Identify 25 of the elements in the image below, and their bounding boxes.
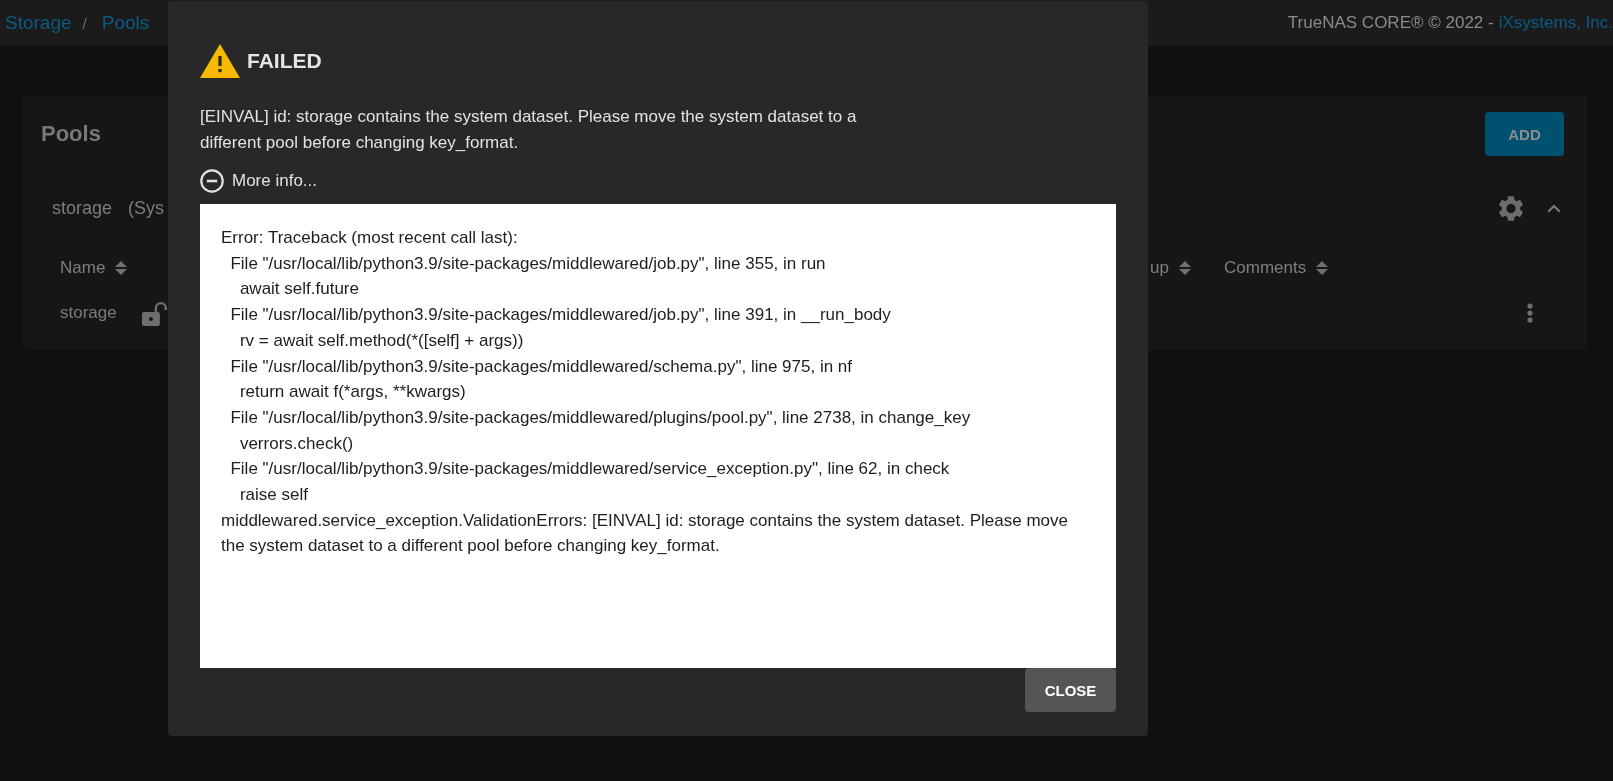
- sort-icon: [1178, 261, 1191, 275]
- column-header[interactable]: Name: [60, 258, 128, 278]
- more-info-toggle[interactable]: More info...: [200, 169, 318, 193]
- table-cell: storage: [60, 303, 117, 323]
- add-button[interactable]: ADD: [1485, 112, 1564, 156]
- traceback-text: Error: Traceback (most recent call last): File "/usr/local/lib/python3.9/site-packages/middlewared/job.py", line 355, in run await self.future File "/usr/local/lib/python3.9/site-packages/middlewared/job.py", line 391, in __run_body rv = await self.method(*([self] + args)) File "/usr/local/lib/python3.9/site-packages/middlewared/schema.py", line 975, in nf return await f(*args, **kwargs) File "/usr/local/lib/python3.9/site-packages/middlewared/plugins/pool.py", line 2738, in change_key verrors.check() File "/usr/local/lib/python3.9/site-packages/middlewared/service_exception.py", line 62, in check raise self middlewared.service_exception.ValidationErrors: [EINVAL] id: storage contains the system dataset. Please move the system dataset to a different pool before changing key_format.: [221, 227, 1069, 558]
- sort-icon: [115, 261, 128, 275]
- more-options-icon[interactable]: [1527, 303, 1533, 323]
- card-title: Pools: [41, 121, 101, 147]
- breadcrumb-link[interactable]: Pools: [101, 12, 150, 34]
- copyright-text: TrueNAS CORE® © 2022 - iXsystems, Inc.: [1287, 13, 1613, 33]
- close-button[interactable]: CLOSE: [1025, 668, 1116, 712]
- pool-detail: (Sys: [128, 197, 165, 219]
- company-link[interactable]: iXsystems, Inc.: [1498, 13, 1613, 32]
- sort-icon: [1316, 261, 1329, 275]
- dialog-title: FAILED: [247, 49, 322, 73]
- settings-icon[interactable]: [1499, 195, 1523, 221]
- column-header[interactable]: Comments: [1224, 258, 1329, 278]
- pool-name: storage: [52, 197, 113, 219]
- chevron-up-icon[interactable]: [1547, 203, 1561, 213]
- column-header[interactable]: up: [1150, 258, 1191, 278]
- breadcrumb-separator: /: [82, 14, 87, 32]
- warning-icon: [200, 44, 240, 78]
- breadcrumb-link[interactable]: Storage: [5, 12, 72, 34]
- error-message: [EINVAL] id: storage contains the system dataset. Please move the system dataset to a different pool before changing key_format.: [200, 106, 858, 154]
